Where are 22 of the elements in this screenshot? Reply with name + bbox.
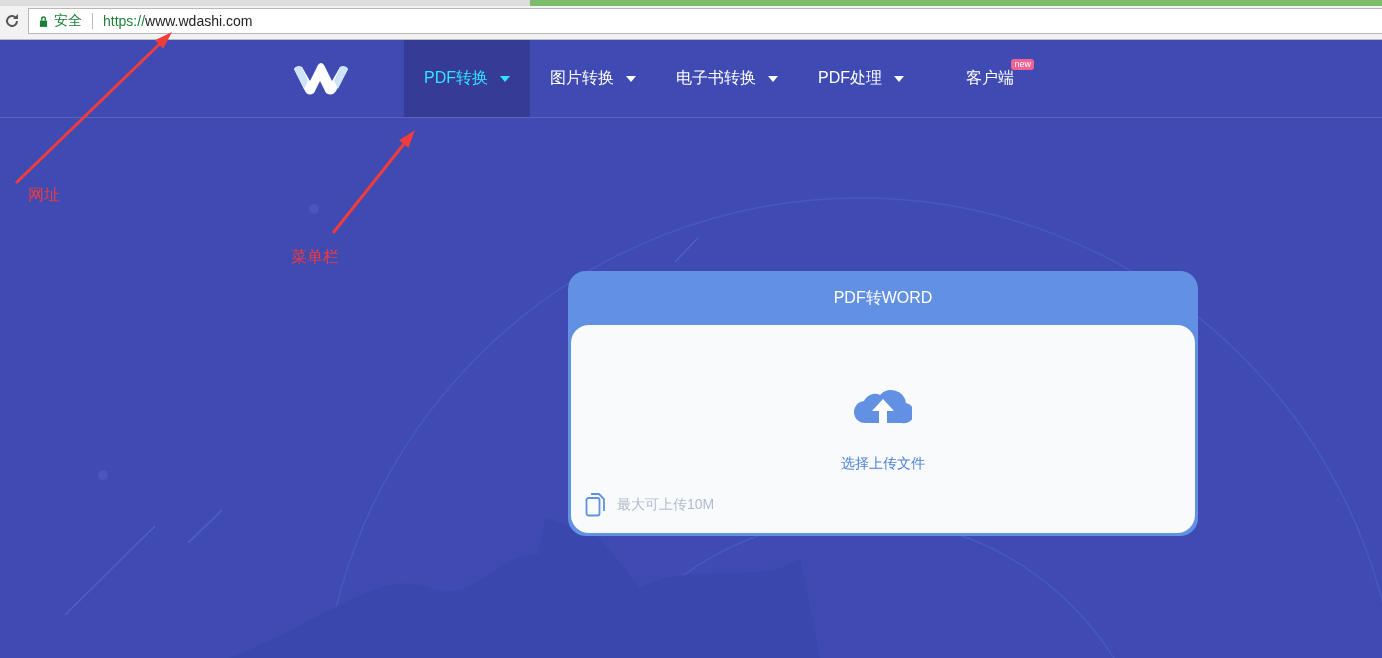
annotation-label: 网址 (28, 185, 60, 205)
annotation-label: 菜单栏 (291, 247, 339, 267)
caret-icon (500, 75, 510, 82)
menu-item[interactable]: 客户端 new (946, 40, 1034, 117)
caret-icon (768, 75, 778, 82)
upload-area[interactable]: 选择上传文件 最大可上传10M (571, 325, 1195, 533)
menu-item[interactable]: PDF处理 (798, 40, 924, 117)
size-limit-text: 最大可上传10M (617, 496, 715, 514)
menu-item[interactable]: PDF转换 (404, 40, 530, 117)
upload-link[interactable]: 选择上传文件 (841, 455, 925, 473)
caret-icon (626, 75, 636, 82)
lock-icon (39, 15, 48, 27)
menu-item[interactable]: 电子书转换 (656, 40, 798, 117)
new-badge: new (1011, 59, 1034, 70)
caret-icon (894, 75, 904, 82)
documents-icon (585, 493, 605, 517)
secure-label: 安全 (54, 12, 82, 30)
address-bar[interactable]: 安全 https://www.wdashi.com (28, 8, 1382, 34)
menu-item[interactable]: 图片转换 (530, 40, 656, 117)
card-title: PDF转WORD (832, 287, 934, 308)
reload-icon[interactable] (4, 13, 20, 29)
url-text: https://www.wdashi.com (103, 13, 253, 29)
